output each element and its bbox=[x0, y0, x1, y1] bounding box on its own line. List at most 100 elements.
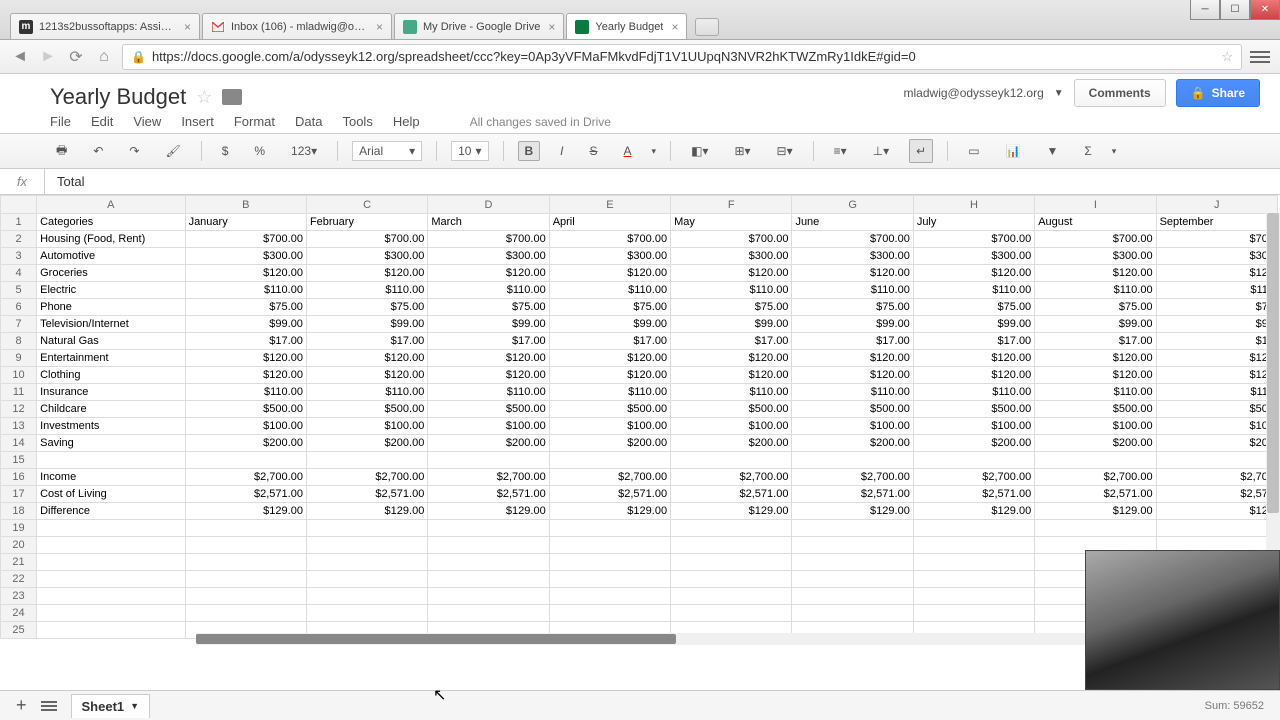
cell[interactable]: $110.00 bbox=[185, 384, 306, 401]
cell[interactable]: $75.00 bbox=[185, 299, 306, 316]
cell[interactable]: $300.00 bbox=[428, 248, 549, 265]
cell[interactable]: January bbox=[185, 214, 306, 231]
cell[interactable]: $300.00 bbox=[549, 248, 670, 265]
cell[interactable]: $110 bbox=[1156, 282, 1277, 299]
forward-button[interactable]: ► bbox=[38, 47, 58, 67]
cell[interactable]: $500.00 bbox=[1035, 401, 1156, 418]
cell[interactable]: $300.00 bbox=[1035, 248, 1156, 265]
print-icon[interactable]: 🖶 bbox=[50, 137, 73, 166]
cell[interactable]: $17.00 bbox=[428, 333, 549, 350]
row-header[interactable]: 6 bbox=[1, 299, 37, 316]
cell[interactable]: $110.00 bbox=[428, 384, 549, 401]
row-header[interactable]: 18 bbox=[1, 503, 37, 520]
cell[interactable]: $120.00 bbox=[549, 367, 670, 384]
cell[interactable] bbox=[37, 588, 185, 605]
row-header[interactable]: 15 bbox=[1, 452, 37, 469]
cell[interactable]: September bbox=[1156, 214, 1277, 231]
menu-data[interactable]: Data bbox=[295, 114, 322, 129]
cell[interactable]: Saving bbox=[37, 435, 185, 452]
cell[interactable]: Television/Internet bbox=[37, 316, 185, 333]
bookmark-star-icon[interactable]: ☆ bbox=[1221, 49, 1233, 65]
cell[interactable] bbox=[37, 571, 185, 588]
row-header[interactable]: 21 bbox=[1, 554, 37, 571]
cell[interactable]: $110.00 bbox=[792, 384, 913, 401]
valign-icon[interactable]: ⊥▾ bbox=[867, 140, 895, 162]
paint-format-icon[interactable]: 🖌 bbox=[159, 140, 186, 162]
cell[interactable]: $300.00 bbox=[913, 248, 1034, 265]
cell[interactable] bbox=[671, 605, 792, 622]
cell[interactable]: Categories bbox=[37, 214, 185, 231]
cell[interactable]: $500.00 bbox=[428, 401, 549, 418]
cell[interactable]: $120.00 bbox=[185, 350, 306, 367]
close-icon[interactable]: × bbox=[376, 20, 383, 34]
column-header[interactable]: F bbox=[671, 196, 792, 214]
cell[interactable] bbox=[185, 605, 306, 622]
cell[interactable] bbox=[913, 605, 1034, 622]
column-header[interactable]: E bbox=[549, 196, 670, 214]
cell[interactable]: $200.00 bbox=[1035, 435, 1156, 452]
cell[interactable]: $2,571.00 bbox=[549, 486, 670, 503]
cell[interactable]: $120.00 bbox=[1035, 367, 1156, 384]
cell[interactable]: $120.00 bbox=[1035, 350, 1156, 367]
cell[interactable]: April bbox=[549, 214, 670, 231]
sheet-tab[interactable]: Sheet1▼ bbox=[71, 694, 151, 718]
cell[interactable]: $120.00 bbox=[671, 367, 792, 384]
cell[interactable]: $500.00 bbox=[306, 401, 427, 418]
cell[interactable] bbox=[549, 571, 670, 588]
cell[interactable]: $500 bbox=[1156, 401, 1277, 418]
reload-button[interactable]: ⟳ bbox=[66, 47, 86, 67]
column-header[interactable]: H bbox=[913, 196, 1034, 214]
cell[interactable]: $120.00 bbox=[549, 265, 670, 282]
cell[interactable]: $2,571.00 bbox=[185, 486, 306, 503]
cell[interactable] bbox=[428, 571, 549, 588]
cell[interactable]: $120.00 bbox=[428, 265, 549, 282]
browser-tab[interactable]: Inbox (106) - mladwig@odys × bbox=[202, 13, 392, 39]
cell[interactable]: $99.00 bbox=[913, 316, 1034, 333]
row-header[interactable]: 13 bbox=[1, 418, 37, 435]
row-header[interactable]: 9 bbox=[1, 350, 37, 367]
cell[interactable]: $200.00 bbox=[913, 435, 1034, 452]
cell[interactable]: $2,571.00 bbox=[306, 486, 427, 503]
cell[interactable] bbox=[913, 554, 1034, 571]
cell[interactable]: $120.00 bbox=[792, 367, 913, 384]
cell[interactable]: $99.00 bbox=[185, 316, 306, 333]
cell[interactable] bbox=[185, 520, 306, 537]
chrome-menu-button[interactable] bbox=[1250, 47, 1270, 67]
column-header[interactable]: J bbox=[1156, 196, 1277, 214]
cell[interactable] bbox=[913, 588, 1034, 605]
column-header[interactable] bbox=[1, 196, 37, 214]
font-select[interactable]: Arial▾ bbox=[352, 141, 422, 161]
cell[interactable]: $120.00 bbox=[792, 350, 913, 367]
currency-button[interactable]: $ bbox=[216, 140, 235, 162]
cell[interactable] bbox=[671, 537, 792, 554]
cell[interactable]: $200 bbox=[1156, 435, 1277, 452]
cell[interactable] bbox=[428, 452, 549, 469]
cell[interactable] bbox=[671, 554, 792, 571]
cell[interactable]: $120 bbox=[1156, 367, 1277, 384]
cell[interactable]: $2,700.00 bbox=[913, 469, 1034, 486]
cell[interactable]: $700.00 bbox=[913, 231, 1034, 248]
percent-button[interactable]: % bbox=[248, 140, 271, 162]
cell[interactable]: $300.00 bbox=[306, 248, 427, 265]
cell[interactable]: February bbox=[306, 214, 427, 231]
cell[interactable]: $100.00 bbox=[1035, 418, 1156, 435]
cell[interactable]: $129.00 bbox=[549, 503, 670, 520]
cell[interactable]: $100.00 bbox=[428, 418, 549, 435]
menu-insert[interactable]: Insert bbox=[181, 114, 214, 129]
cell[interactable]: $129.00 bbox=[185, 503, 306, 520]
cell[interactable]: $300.00 bbox=[185, 248, 306, 265]
cell[interactable]: $110 bbox=[1156, 384, 1277, 401]
cell[interactable]: $2,700.00 bbox=[185, 469, 306, 486]
row-header[interactable]: 1 bbox=[1, 214, 37, 231]
star-icon[interactable]: ☆ bbox=[196, 87, 212, 108]
cell[interactable]: $99.00 bbox=[671, 316, 792, 333]
column-header[interactable]: D bbox=[428, 196, 549, 214]
cell[interactable]: $2,571 bbox=[1156, 486, 1277, 503]
cell[interactable]: $2,700.00 bbox=[428, 469, 549, 486]
new-tab-button[interactable] bbox=[695, 18, 719, 36]
cell[interactable] bbox=[1035, 452, 1156, 469]
cell[interactable]: $2,571.00 bbox=[671, 486, 792, 503]
cell[interactable]: $300.00 bbox=[671, 248, 792, 265]
cell[interactable]: $700.00 bbox=[671, 231, 792, 248]
cell[interactable]: Insurance bbox=[37, 384, 185, 401]
